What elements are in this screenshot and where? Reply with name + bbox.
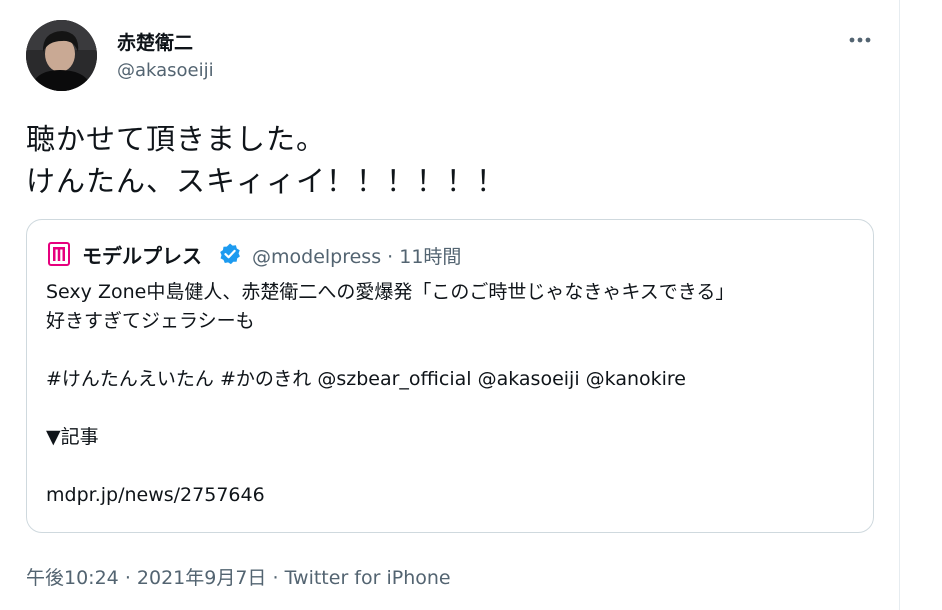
- quoted-meta: @modelpress · 11時間: [252, 242, 461, 269]
- quoted-tweet-card[interactable]: モデルプレス @modelpress · 11時間 Sexy Zone中島健人、…: [26, 219, 874, 533]
- quoted-time: 11時間: [399, 246, 462, 268]
- quoted-line: Sexy Zone中島健人、赤楚衛二への愛爆発「このご時世じゃなきゃキスできる」: [46, 281, 735, 303]
- author-display-name[interactable]: 赤楚衛二: [117, 28, 193, 55]
- tweet-text: 聴かせて頂きました。 けんたん、スキィィイ！！！！！！: [26, 118, 506, 202]
- footer-separator: ·: [272, 567, 279, 589]
- tweet-line: けんたん、スキィィイ！！！！！！: [26, 164, 507, 198]
- quoted-handle: @modelpress: [252, 246, 382, 268]
- quoted-line: 好きすぎてジェラシーも: [46, 310, 255, 332]
- quoted-author-name: モデルプレス: [82, 244, 202, 268]
- footer-separator: ·: [124, 567, 131, 589]
- quoted-link: mdpr.jp/news/2757646: [46, 484, 265, 506]
- tweet-timestamp: 午後10:24 · 2021年9月7日 · Twitter for iPhone: [26, 563, 451, 590]
- author-handle[interactable]: @akasoeiji: [117, 60, 214, 81]
- avatar[interactable]: [26, 20, 97, 91]
- quoted-article-label: ▼記事: [46, 426, 99, 448]
- quoted-text: Sexy Zone中島健人、赤楚衛二への愛爆発「このご時世じゃなきゃキスできる」…: [46, 278, 734, 510]
- tweet-line: 聴かせて頂きました。: [26, 122, 327, 156]
- column-divider: [899, 0, 900, 610]
- meta-separator: ·: [387, 246, 394, 268]
- verified-badge-icon: [218, 242, 242, 266]
- modelpress-logo-icon: [48, 242, 70, 266]
- tweet-source[interactable]: Twitter for iPhone: [285, 567, 451, 589]
- tweet-date[interactable]: 2021年9月7日: [137, 567, 267, 589]
- quoted-hashtags: #けんたんえいたん #かのきれ @szbear_official @akasoe…: [46, 368, 686, 390]
- tweet-time[interactable]: 午後10:24: [26, 567, 119, 589]
- more-dots-icon[interactable]: [845, 28, 875, 52]
- profile-photo: [26, 20, 97, 91]
